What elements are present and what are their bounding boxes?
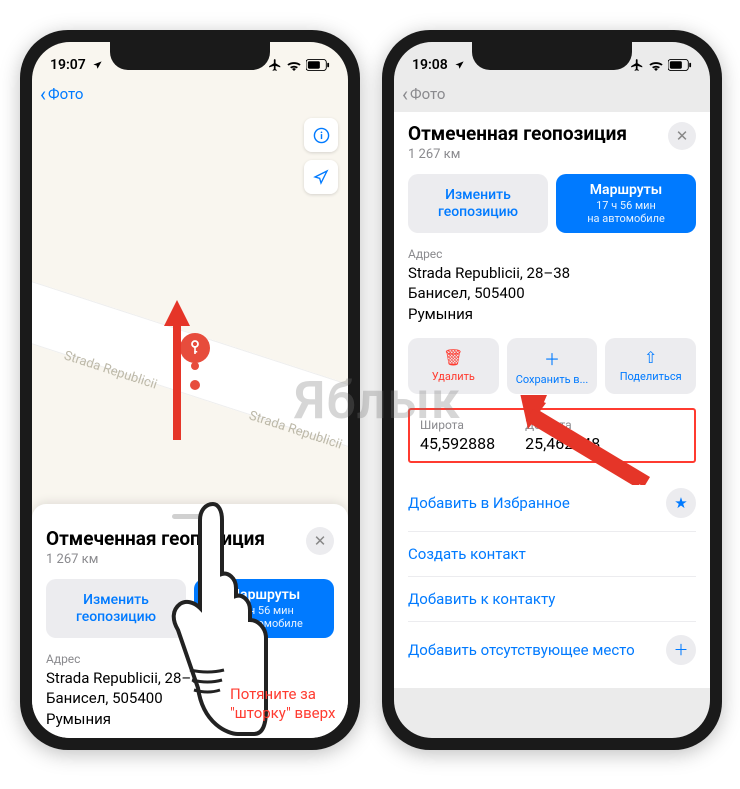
share-button[interactable]: ⇧ Поделиться bbox=[605, 338, 696, 394]
create-contact-row[interactable]: Создать контакт bbox=[408, 532, 696, 577]
map-area[interactable]: Strada Republicii Strada Republicii 10° bbox=[32, 108, 348, 528]
phone-right: 19:08 ‹ Фото Отмеченная геопозиция 1 267… bbox=[382, 30, 722, 750]
plus-icon: ＋ bbox=[666, 635, 696, 665]
close-button[interactable]: ✕ bbox=[668, 122, 696, 150]
wifi-icon bbox=[648, 59, 664, 71]
screen-right: 19:08 ‹ Фото Отмеченная геопозиция 1 267… bbox=[394, 42, 710, 738]
delete-button[interactable]: 🗑 Удалить bbox=[408, 338, 499, 394]
location-services-icon bbox=[454, 60, 465, 71]
pin-tail bbox=[191, 362, 199, 370]
address-label: Адрес bbox=[408, 247, 696, 261]
latitude-label: Широта bbox=[420, 418, 495, 432]
sheet-distance: 1 267 км bbox=[408, 147, 627, 162]
chevron-left-icon: ‹ bbox=[40, 82, 46, 106]
notch bbox=[110, 42, 270, 70]
pin-key-icon bbox=[189, 340, 201, 356]
locate-arrow-icon bbox=[313, 169, 329, 185]
pin-shadow bbox=[190, 380, 200, 390]
save-button[interactable]: ＋ Сохранить в... bbox=[507, 338, 598, 394]
close-icon: ✕ bbox=[314, 532, 327, 550]
notch bbox=[472, 42, 632, 70]
info-button[interactable] bbox=[304, 118, 338, 152]
share-icon: ⇧ bbox=[644, 348, 657, 367]
airplane-mode-icon bbox=[630, 58, 644, 72]
chevron-left-icon: ‹ bbox=[402, 82, 408, 106]
address-block: Strada Republicii, 28–38 Банисел, 505400… bbox=[408, 263, 696, 324]
info-icon bbox=[313, 127, 330, 144]
star-icon: ★ bbox=[666, 488, 696, 518]
close-button[interactable]: ✕ bbox=[306, 527, 334, 555]
close-icon: ✕ bbox=[676, 127, 689, 145]
status-time: 19:07 bbox=[50, 57, 86, 73]
add-missing-place-row[interactable]: Добавить отсутствующее место ＋ bbox=[408, 622, 696, 678]
status-time: 19:08 bbox=[412, 57, 448, 73]
edit-location-button[interactable]: Изменить геопозицию bbox=[408, 174, 548, 233]
annotation-arrow-up bbox=[164, 300, 190, 440]
latitude-value[interactable]: 45,592888 bbox=[420, 434, 495, 453]
airplane-mode-icon bbox=[268, 58, 282, 72]
plus-square-icon: ＋ bbox=[544, 346, 560, 370]
sheet-title: Отмеченная геопозиция bbox=[408, 122, 627, 145]
battery-icon bbox=[668, 59, 692, 71]
back-label: Фото bbox=[48, 85, 83, 103]
location-services-icon bbox=[92, 60, 103, 71]
annotation-arrow-diagonal bbox=[515, 395, 655, 485]
actions-list: Добавить в Избранное ★ Создать контакт Д… bbox=[408, 475, 696, 678]
routes-button[interactable]: Маршруты 17 ч 56 мин на автомобиле bbox=[556, 174, 696, 233]
battery-icon bbox=[306, 59, 330, 71]
back-label: Фото bbox=[410, 85, 445, 103]
locate-button[interactable] bbox=[304, 160, 338, 194]
back-row[interactable]: ‹ Фото bbox=[32, 80, 348, 108]
back-row[interactable]: ‹ Фото bbox=[394, 80, 710, 108]
wifi-icon bbox=[286, 59, 302, 71]
annotation-hint: Потяните за "шторку" вверх bbox=[230, 685, 335, 723]
trash-icon: 🗑 bbox=[443, 348, 463, 367]
add-contact-row[interactable]: Добавить к контакту bbox=[408, 577, 696, 622]
